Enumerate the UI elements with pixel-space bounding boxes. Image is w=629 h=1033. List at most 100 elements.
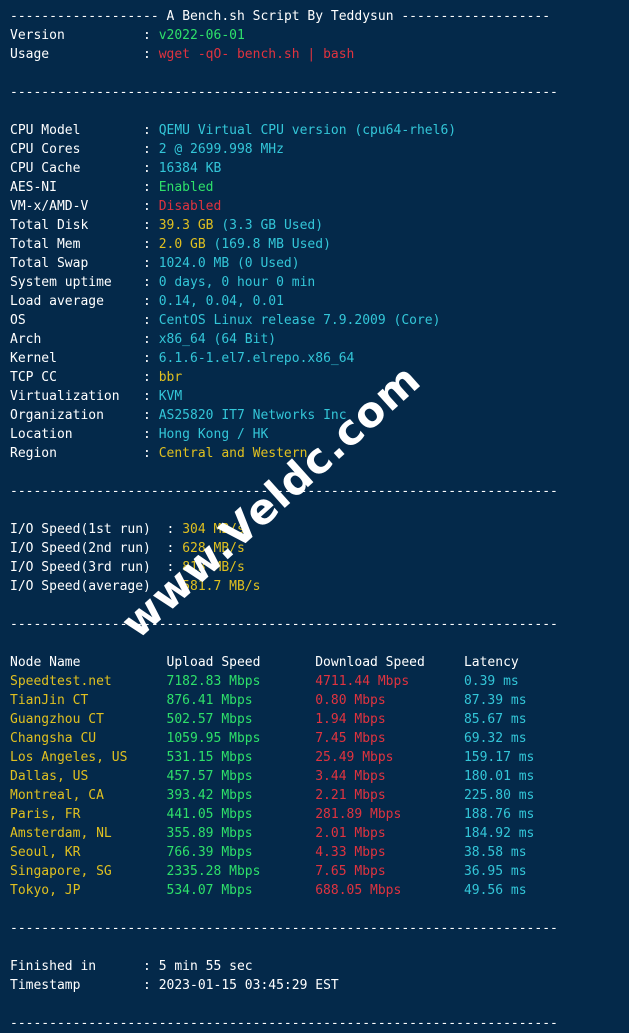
sysinfo-value: QEMU Virtual CPU version (cpu64-rhel6) (158, 123, 457, 138)
speedtest-row: TianJin CT 876.41 Mbps 0.80 Mbps 87.39 ms (0, 691, 629, 710)
sysinfo-row: TCP CC: bbr (0, 368, 629, 387)
version-row: Version: v2022-06-01 (10, 28, 245, 43)
sysinfo-label: AES-NI (10, 180, 57, 195)
speedtest-upload-speed: 7182.83 Mbps (166, 674, 261, 689)
sysinfo-row: Location: Hong Kong / HK (0, 425, 629, 444)
timestamp-value: 2023-01-15 03:45:29 EST (158, 978, 339, 993)
finished-label: Finished in (10, 959, 97, 974)
speedtest-node-name: TianJin CT (10, 693, 89, 708)
sysinfo-value-primary: 39.3 GB (158, 218, 214, 233)
sysinfo-row: Total Disk: 39.3 GB (3.3 GB Used) (0, 216, 629, 235)
header-dashes-right: ------------------- (401, 9, 551, 24)
io-colon: : (166, 560, 183, 575)
speedtest-latency: 69.32 ms (463, 731, 527, 746)
speedtest-download-speed: 1.94 Mbps (315, 712, 386, 727)
sysinfo-row: Load average: 0.14, 0.04, 0.01 (0, 292, 629, 311)
sysinfo-value: KVM (158, 389, 183, 404)
io-speed-value: 813 MB/s (182, 560, 245, 575)
speedtest-download-speed: 4711.44 Mbps (315, 674, 410, 689)
io-speed-block: I/O Speed(1st run): 304 MB/s I/O Speed(2n… (0, 520, 629, 596)
sysinfo-label: CPU Model (10, 123, 81, 138)
sysinfo-label: Organization (10, 408, 104, 423)
sysinfo-value: x86_64 (64 Bit) (158, 332, 277, 347)
sysinfo-colon: : (143, 123, 159, 138)
sysinfo-row: VM-x/AMD-V: Disabled (0, 197, 629, 216)
sysinfo-colon: : (143, 332, 159, 347)
sysinfo-colon: : (143, 389, 159, 404)
speedtest-node-name: Tokyo, JP (10, 883, 81, 898)
io-speed-label: I/O Speed(average) (10, 579, 151, 594)
sysinfo-value: 16384 KB (158, 161, 222, 176)
speedtest-latency: 184.92 ms (463, 826, 535, 841)
sysinfo-colon: : (143, 161, 159, 176)
speedtest-download-speed: 3.44 Mbps (315, 769, 386, 784)
speedtest-download-speed: 688.05 Mbps (315, 883, 402, 898)
speedtest-download-speed: 0.80 Mbps (315, 693, 386, 708)
separator-1: ----------------------------------------… (10, 85, 558, 100)
sysinfo-value: 0 days, 0 hour 0 min (158, 275, 316, 290)
io-speed-row: I/O Speed(1st run): 304 MB/s (0, 520, 629, 539)
sysinfo-colon: : (143, 180, 159, 195)
sysinfo-value: Disabled (158, 199, 222, 214)
script-title: A Bench.sh Script By Teddysun (166, 9, 394, 24)
column-header-upload: Upload Speed (166, 655, 261, 670)
sysinfo-label: CPU Cores (10, 142, 81, 157)
speedtest-upload-speed: 355.89 Mbps (166, 826, 253, 841)
version-label: Version (10, 28, 65, 43)
speedtest-latency: 49.56 ms (463, 883, 527, 898)
speedtest-node-name: Paris, FR (10, 807, 81, 822)
sysinfo-value: Central and Western (158, 446, 308, 461)
sysinfo-label: Total Mem (10, 237, 81, 252)
sysinfo-value-secondary: (169.8 MB Used) (213, 237, 331, 252)
timestamp-label: Timestamp (10, 978, 81, 993)
sysinfo-row: CPU Cache: 16384 KB (0, 159, 629, 178)
io-speed-value: 581.7 MB/s (182, 579, 261, 594)
sysinfo-label: Kernel (10, 351, 57, 366)
sysinfo-colon: : (143, 446, 159, 461)
io-speed-row: I/O Speed(2nd run): 628 MB/s (0, 539, 629, 558)
sysinfo-value: bbr (158, 370, 183, 385)
sysinfo-row: Kernel: 6.1.6-1.el7.elrepo.x86_64 (0, 349, 629, 368)
speedtest-upload-speed: 1059.95 Mbps (166, 731, 261, 746)
speedtest-row: Montreal, CA 393.42 Mbps 2.21 Mbps 225.80 m… (0, 786, 629, 805)
speedtest-latency: 225.80 ms (463, 788, 535, 803)
speedtest-row: Speedtest.net 7182.83 Mbps 4711.44 Mbps 0.3… (0, 672, 629, 691)
sysinfo-label: Arch (10, 332, 42, 347)
speedtest-latency: 87.39 ms (463, 693, 527, 708)
sysinfo-colon: : (143, 294, 159, 309)
sysinfo-value: Hong Kong / HK (158, 427, 269, 442)
header-dashes-left: ------------------- (10, 9, 159, 24)
speedtest-latency: 36.95 ms (463, 864, 527, 879)
speedtest-node-name: Singapore, SG (10, 864, 112, 879)
speedtest-download-speed: 281.89 Mbps (315, 807, 402, 822)
speedtest-row: Amsterdam, NL 355.89 Mbps 2.01 Mbps 184.92 … (0, 824, 629, 843)
sysinfo-label: Virtualization (10, 389, 120, 404)
sysinfo-colon: : (143, 142, 159, 157)
version-value: v2022-06-01 (158, 28, 245, 43)
sysinfo-value: CentOS Linux release 7.9.2009 (Core) (158, 313, 441, 328)
sysinfo-colon: : (143, 218, 159, 233)
terminal-output: ------------------- A Bench.sh Script By… (0, 0, 629, 1031)
sysinfo-label: Total Swap (10, 256, 89, 271)
header-banner: ------------------- A Bench.sh Script By… (0, 7, 629, 26)
sysinfo-colon: : (143, 199, 159, 214)
speedtest-latency: 85.67 ms (463, 712, 527, 727)
speedtest-rows: Speedtest.net 7182.83 Mbps 4711.44 Mbps 0.3… (0, 672, 629, 900)
sysinfo-colon: : (143, 427, 159, 442)
speedtest-header-row: Node Name Upload Speed Download Speed Laten… (0, 653, 629, 672)
speedtest-download-speed: 7.45 Mbps (315, 731, 386, 746)
timestamp-row: Timestamp: 2023-01-15 03:45:29 EST (10, 978, 339, 993)
sysinfo-colon: : (143, 408, 159, 423)
system-info-block: CPU Model: QEMU Virtual CPU version (cpu… (0, 121, 629, 463)
sysinfo-label: CPU Cache (10, 161, 81, 176)
sysinfo-row: Total Mem: 2.0 GB (169.8 MB Used) (0, 235, 629, 254)
io-speed-label: I/O Speed(2nd run) (10, 541, 151, 556)
speedtest-upload-speed: 393.42 Mbps (166, 788, 253, 803)
sysinfo-label: Load average (10, 294, 104, 309)
sysinfo-value: Enabled (158, 180, 214, 195)
